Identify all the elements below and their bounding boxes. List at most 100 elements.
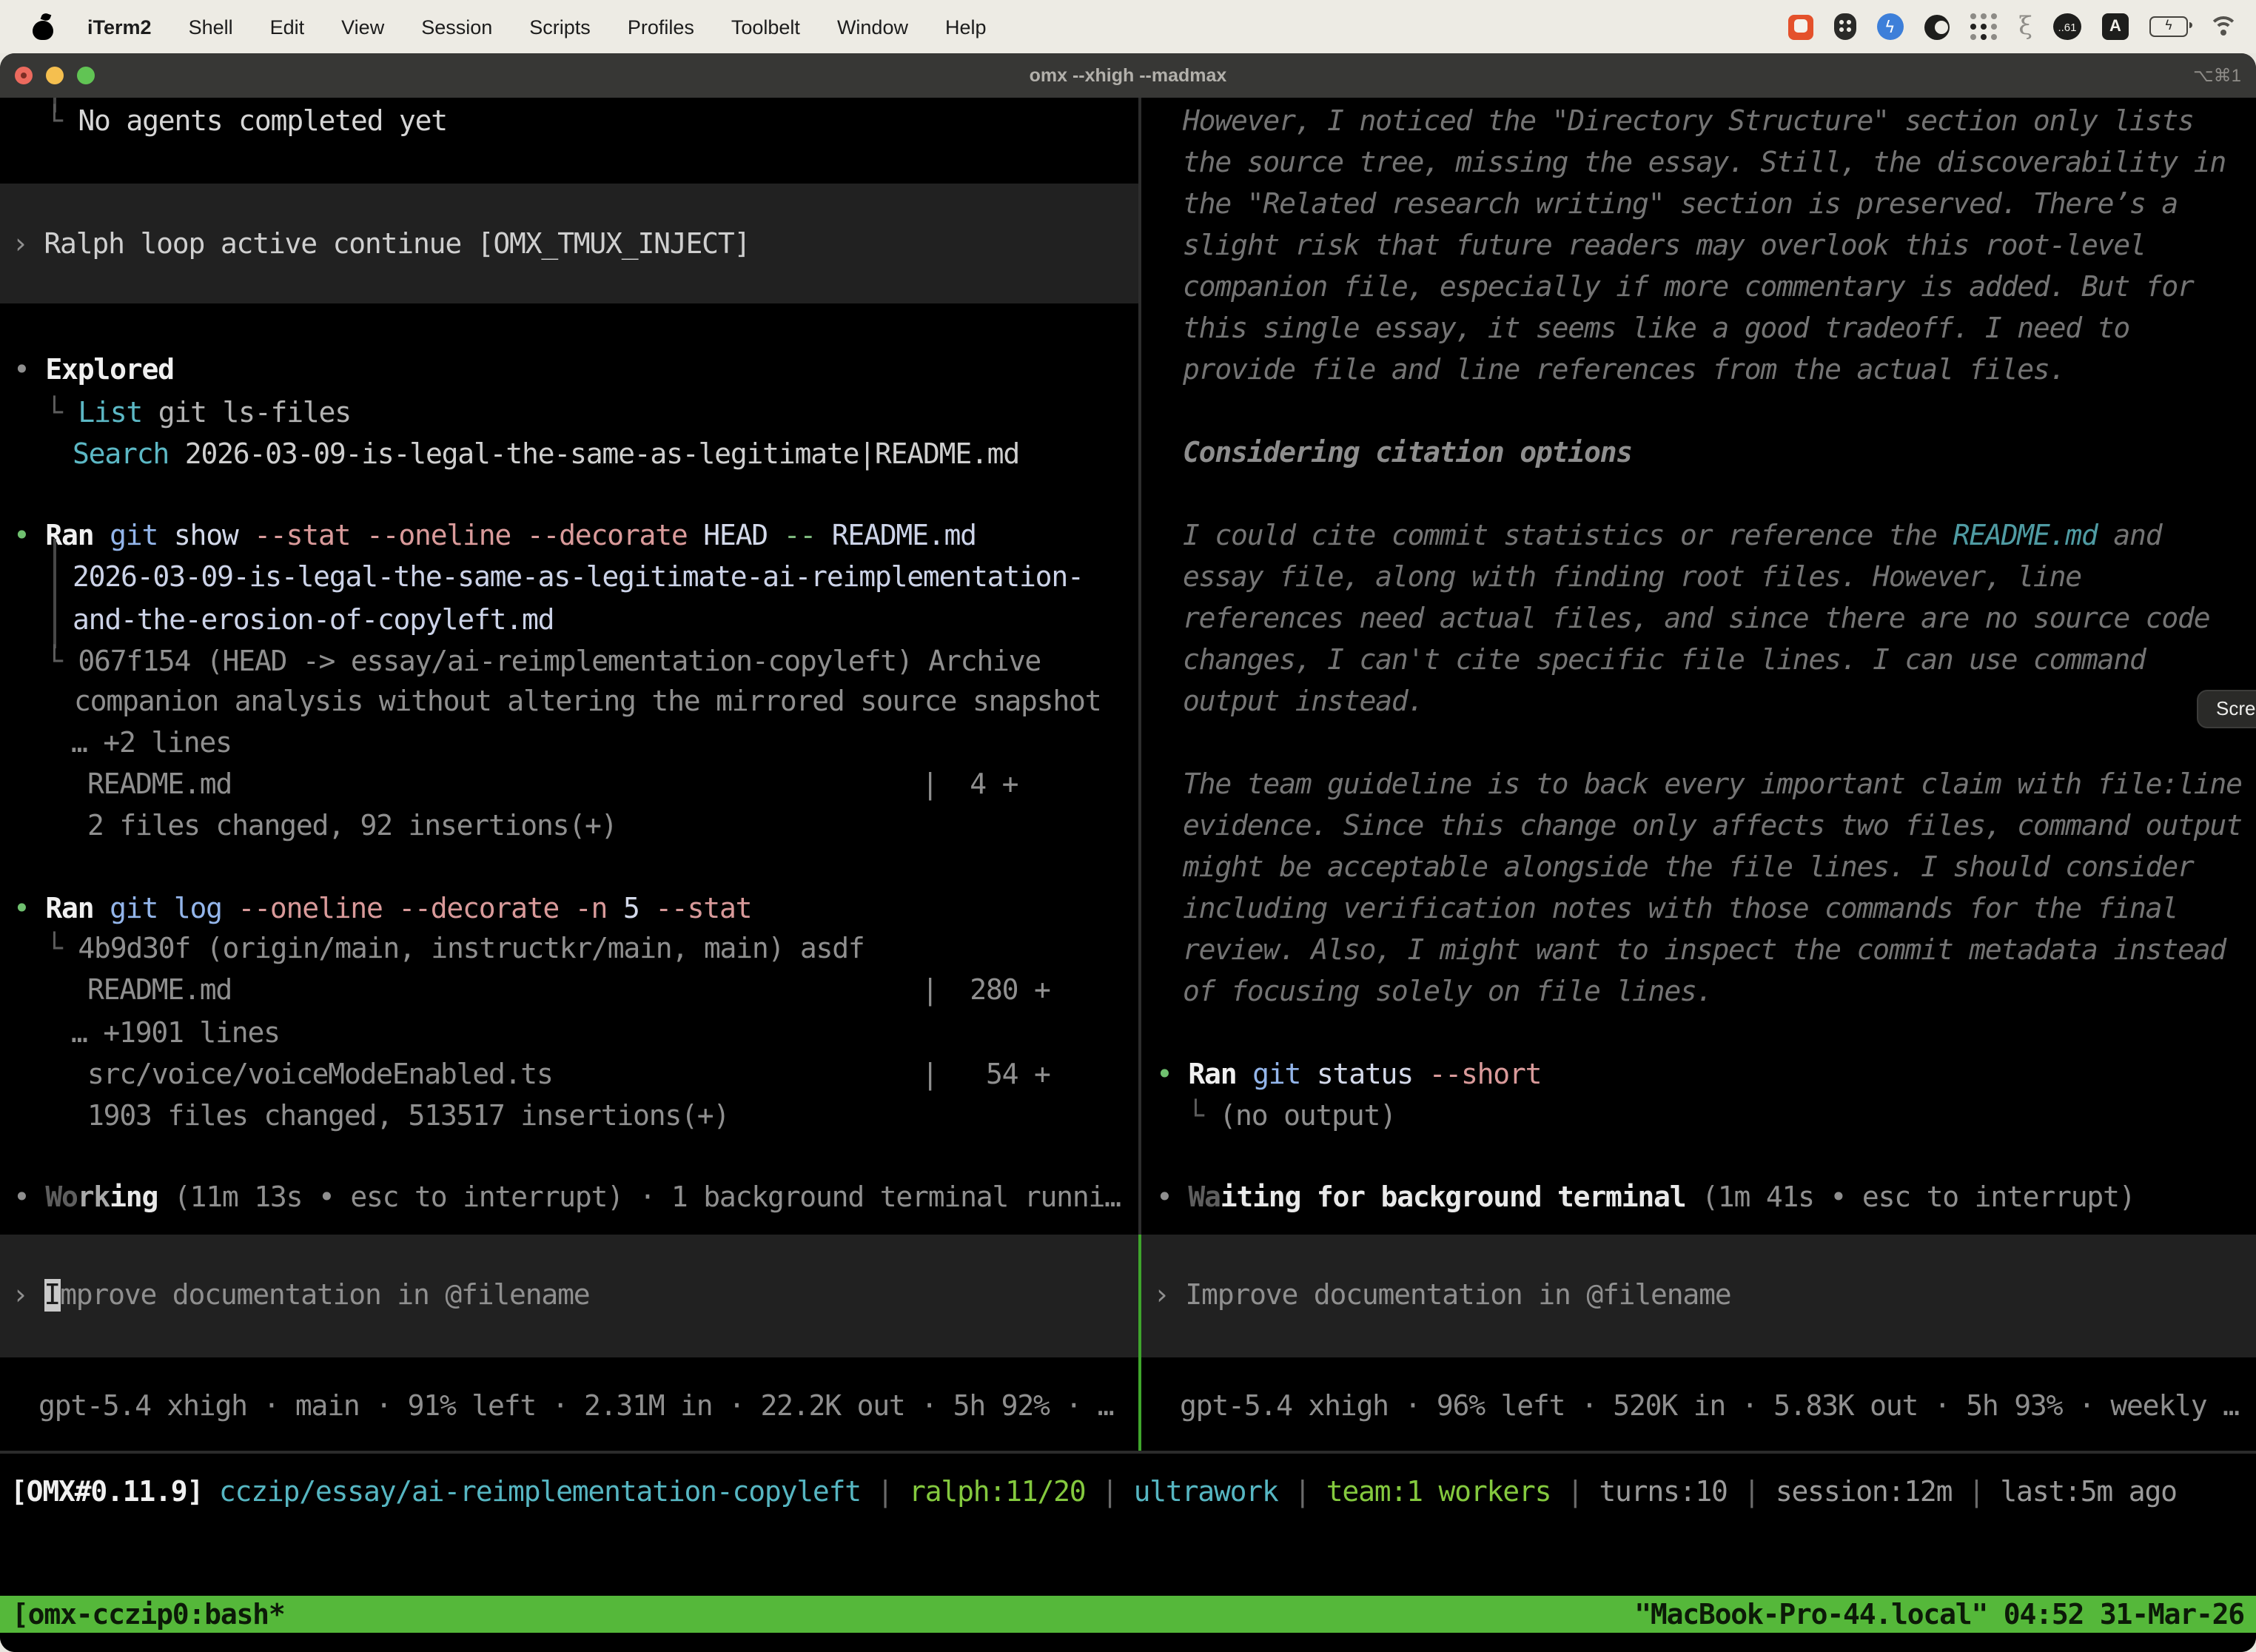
wifi-icon[interactable] [2209,16,2238,38]
tree-guide [53,539,56,648]
text-segment: HEAD [688,520,768,552]
text-segment: I [44,1279,60,1312]
blue-bolt-icon[interactable]: ϟ [1876,13,1903,40]
squiggle-icon[interactable]: ξ [2018,14,2032,39]
text-segment: … +1901 lines [71,1017,280,1050]
text-segment: -n [559,893,607,925]
text-segment: cczip/essay/ai-reimplementation-copyleft [219,1476,861,1508]
right-terminal-pane[interactable]: However, I noticed the "Directory Struct… [1141,98,2256,1652]
text-segment: README.md | 4 + [87,768,1018,801]
summary-line: 1903 files changed, 513517 insertions(+) [87,1095,729,1137]
text-segment: and-the-erosion-of-copyleft.md [73,604,554,637]
apple-menu-icon[interactable] [33,13,55,40]
text-segment: README.md [816,520,976,552]
chat-app-icon[interactable] [1787,14,1813,39]
model-status-right: gpt-5.4 xhigh · 96% left · 520K in · 5.8… [1180,1386,2239,1427]
text-segment: [OMX#0.11.9] [10,1476,203,1508]
text-segment: Ran [1188,1058,1236,1091]
iterm2-window: omx --xhigh --madmax ⌥⌘1 └ No agents com… [0,53,2256,1652]
menu-scripts[interactable]: Scripts [529,16,591,38]
badge-61-icon[interactable]: ..61 [2053,13,2081,40]
prompt-placeholder: › Improve documentation in @filename [12,1275,589,1316]
tmux-host-clock: "MacBook-Pro-44.local" 04:52 31-Mar-26 [1634,1598,2244,1631]
text-segment: 1903 files changed, 513517 insertions(+) [87,1100,729,1132]
text-segment: --oneline --decorate [222,893,559,925]
menu-shell[interactable]: Shell [189,16,233,38]
no-output-line: └ (no output) [1187,1095,1396,1137]
text-segment: └ [46,933,78,965]
text-segment: ultrawork [1134,1476,1278,1508]
terminal: └ No agents completed yet › Ralph loop a… [0,98,2256,1652]
text-segment: └ [1187,1100,1219,1132]
text-segment: Ralph loop active continue [OMX_TMUX_INJ… [44,228,750,261]
injected-prompt-box[interactable]: › Ralph loop active continue [OMX_TMUX_I… [0,184,1138,303]
text-segment: | [1086,1476,1134,1508]
git-status-command: • Ran git status --short [1156,1054,1541,1095]
menu-toolbelt[interactable]: Toolbelt [731,16,800,38]
text-segment: ralph:11/20 [909,1476,1085,1508]
text-segment: › [12,1279,44,1312]
menu-view[interactable]: View [341,16,384,38]
text-segment: | [861,1476,909,1508]
diffstat-line: README.md | 280 + [87,970,1050,1011]
text-segment: └ [46,645,78,678]
input-source-icon[interactable]: A [2102,13,2129,40]
injected-prompt-text: › Ralph loop active continue [OMX_TMUX_I… [12,224,750,265]
text-segment: and [2098,520,2162,552]
reasoning-paragraph: However, I noticed the "Directory Struct… [1183,101,2226,391]
shield-icon[interactable] [1833,13,1856,40]
waiting-status: • Waiting for background terminal (1m 41… [1156,1177,2135,1218]
text-segment: | [1952,1476,2000,1508]
working-status: • Working (11m 13s • esc to interrupt) ·… [13,1177,1121,1218]
menu-session[interactable]: Session [421,16,492,38]
omx-status-line: [OMX#0.11.9] cczip/essay/ai-reimplementa… [10,1471,2177,1513]
text-segment: ing [110,1181,158,1214]
battery-icon[interactable]: ϟ [2149,16,2188,37]
contrast-icon[interactable] [1924,14,1949,39]
screen: iTerm2 Shell Edit View Session Scripts P… [0,0,2256,1652]
text-segment: Search [73,438,169,471]
tmux-session-label[interactable]: [omx-cczip0:bash* [12,1598,285,1631]
text-segment: src/voice/voiceModeEnabled.ts | 54 + [87,1058,1050,1091]
text-segment: gpt-5.4 xhigh · 96% left · 520K in · 5.8… [1180,1390,2239,1423]
text-segment: companion analysis without altering the … [74,685,1101,718]
text-segment: I could cite commit statistics or refere… [1183,520,1953,552]
text-segment: List [78,397,142,429]
text-segment: Wo [45,1181,77,1214]
window-titlebar[interactable]: omx --xhigh --madmax ⌥⌘1 [0,53,2256,98]
text-segment: 2026-03-09-is-legal-the-same-as-legitima… [169,438,1019,471]
text-segment: 067f154 (HEAD -> essay/ai-reimplementati… [78,645,1041,678]
reasoning-paragraph: essay file, along with finding root file… [1183,557,2209,722]
text-segment: 2 files changed, 92 insertions(+) [87,810,617,842]
text-segment: mprove documentation in @filename [60,1279,589,1312]
status-separator [0,1451,2256,1453]
terminal-line: and-the-erosion-of-copyleft.md [73,600,554,641]
text-segment: (no output) [1219,1100,1395,1132]
text-segment: No agents completed yet [78,105,447,138]
commit-line: └ 4b9d30f (origin/main, instructkr/main,… [46,928,865,970]
text-segment: team:1 workers [1326,1476,1551,1508]
text-segment: (1m 41s • esc to interrupt) [1685,1181,2135,1214]
menu-help[interactable]: Help [945,16,987,38]
text-segment: gpt-5.4 xhigh · main · 91% left · 2.31M … [38,1390,1113,1423]
diffstat-line: src/voice/voiceModeEnabled.ts | 54 + [87,1054,1050,1095]
reasoning-line: I could cite commit statistics or refere… [1183,515,2161,557]
prompt-input-right[interactable]: › Improve documentation in @filename [1141,1235,2256,1357]
menu-iterm2[interactable]: iTerm2 [87,16,152,38]
text-segment: git [93,520,158,552]
commit-line: companion analysis without altering the … [74,681,1101,722]
text-segment: └ [46,397,78,429]
menu-window[interactable]: Window [837,16,908,38]
menu-edit[interactable]: Edit [270,16,305,38]
git-show-command: • Ran git show --stat --oneline --decora… [13,515,976,557]
screen-share-tooltip: Scre [2197,690,2256,728]
text-segment: show [158,520,238,552]
prompt-input-left[interactable]: › Improve documentation in @filename [0,1235,1138,1357]
dots-grid-icon[interactable] [1970,13,1998,41]
text-segment: README.md [1953,520,2098,552]
text-segment: Ran [45,893,93,925]
left-terminal-pane[interactable]: └ No agents completed yet › Ralph loop a… [0,98,1138,1652]
text-segment: • [13,354,45,386]
menu-profiles[interactable]: Profiles [628,16,694,38]
text-segment: Improve documentation in @filename [1185,1279,1730,1312]
